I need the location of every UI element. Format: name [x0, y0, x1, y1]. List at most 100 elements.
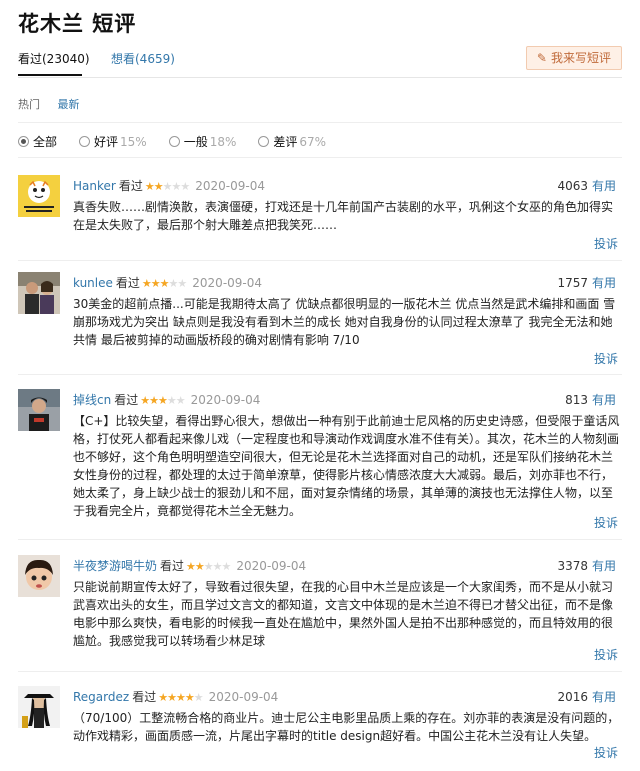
vote-box: 4063 有用: [557, 177, 616, 194]
avatar[interactable]: [18, 272, 60, 314]
star-empty-icon: ★: [175, 394, 186, 407]
filter-normal[interactable]: 一般 18%: [168, 133, 237, 150]
star-filled-icon: ★: [194, 560, 205, 573]
report-link[interactable]: 投诉: [594, 235, 618, 252]
report-link[interactable]: 投诉: [594, 646, 618, 663]
review-status: 看过: [118, 179, 143, 193]
star-empty-icon: ★: [221, 560, 232, 573]
star-filled-icon: ★: [167, 691, 177, 704]
review-text: 30美金的超前点播...可能是我期待太高了 优缺点都很明显的一版花木兰 优点当然…: [73, 297, 616, 347]
tab-watched[interactable]: 看过(23040): [18, 50, 90, 67]
review-date: 2020-09-04: [190, 393, 261, 407]
useful-link[interactable]: 有用: [592, 393, 616, 407]
star-filled-icon: ★: [184, 691, 195, 704]
review-item: 掉线cn 看过 ★★★★★ 2020-09-04 813 有用 【C+】比较失望，看得出…: [18, 389, 622, 549]
filter-bad[interactable]: 差评 67%: [258, 133, 326, 150]
review-header: 掉线cn 看过 ★★★★★ 2020-09-04: [73, 391, 260, 408]
review-header: kunlee 看过 ★★★★★ 2020-09-04: [73, 274, 262, 291]
avatar[interactable]: [18, 686, 60, 728]
radio-icon: [168, 136, 180, 147]
star-filled-icon: ★: [153, 180, 164, 193]
vote-box: 1757 有用: [557, 274, 616, 291]
avatar[interactable]: [18, 389, 60, 431]
page-title: 花木兰 短评: [18, 12, 137, 36]
filter-normal-label: 一般: [183, 135, 208, 149]
active-tab-indicator: [18, 74, 82, 76]
review-date: 2020-09-04: [236, 559, 307, 573]
radio-icon: [258, 136, 270, 147]
vote-count: 813: [565, 393, 588, 407]
useful-link[interactable]: 有用: [592, 179, 616, 193]
review-status: 看过: [115, 276, 140, 290]
report-link[interactable]: 投诉: [594, 744, 618, 761]
filter-all[interactable]: 全部: [18, 133, 57, 150]
comments-page: 花木兰 短评 看过(23040) 想看(4659) ✎ 我来写短评 热门 最新 全…: [0, 0, 640, 771]
star-empty-icon: ★: [203, 560, 214, 573]
review-date: 2020-09-04: [192, 276, 263, 290]
review-username[interactable]: 半夜梦游喝牛奶: [73, 559, 157, 573]
review-username[interactable]: 掉线cn: [73, 393, 111, 407]
review-username[interactable]: Hanker: [73, 179, 116, 193]
star-filled-icon: ★: [157, 394, 168, 407]
filter-bad-pct: 67%: [299, 134, 327, 149]
sort-latest[interactable]: 最新: [58, 98, 80, 111]
review-status: 看过: [132, 690, 157, 704]
star-empty-icon: ★: [180, 180, 190, 193]
star-filled-icon: ★: [141, 277, 152, 290]
rating-stars: ★★★★★: [158, 691, 203, 704]
avatar[interactable]: [18, 555, 60, 597]
filter-good-pct: 15%: [120, 134, 147, 149]
vote-box: 3378 有用: [557, 557, 616, 574]
report-link[interactable]: 投诉: [594, 514, 618, 531]
review-username[interactable]: kunlee: [73, 276, 113, 290]
review-item: 半夜梦游喝牛奶 看过 ★★★★★ 2020-09-04 3378 有用 只能说前期宣传太…: [18, 555, 622, 672]
rating-stars: ★★★★★: [145, 180, 190, 193]
rating-stars: ★★★★★: [140, 394, 186, 407]
filter-bad-label: 差评: [273, 135, 298, 149]
report-link[interactable]: 投诉: [594, 350, 618, 367]
vote-box: 813 有用: [565, 391, 616, 408]
useful-link[interactable]: 有用: [592, 276, 616, 290]
review-item: kunlee 看过 ★★★★★ 2020-09-04 1757 有用 30美金的超前点播…: [18, 272, 622, 382]
filter-good[interactable]: 好评 15%: [79, 133, 147, 150]
filter-all-label: 全部: [33, 135, 58, 149]
divider: [18, 260, 622, 261]
divider: [18, 671, 622, 672]
filter-normal-pct: 18%: [209, 134, 237, 149]
rating-filter: 全部 好评 15% 一般 18% 差评 67%: [18, 133, 348, 150]
radio-icon: [18, 136, 29, 147]
divider: [18, 157, 622, 158]
useful-link[interactable]: 有用: [592, 690, 616, 704]
review-status: 看过: [160, 559, 185, 573]
star-empty-icon: ★: [212, 560, 223, 573]
star-filled-icon: ★: [175, 691, 186, 704]
avatar[interactable]: [18, 175, 60, 217]
star-filled-icon: ★: [159, 277, 170, 290]
review-header: Hanker 看过 ★★★★★ 2020-09-04: [73, 177, 265, 194]
review-text: 只能说前期宣传太好了，导致看过很失望，在我的心目中木兰是应该是一个大家闺秀，而不…: [73, 580, 614, 648]
write-review-label: 我来写短评: [550, 51, 611, 65]
review-item: Hanker 看过 ★★★★★ 2020-09-04 4063 有用 真香失败……剧情涣…: [18, 175, 622, 267]
vote-box: 2016 有用: [557, 688, 616, 705]
rating-stars: ★★★★★: [186, 560, 232, 573]
divider: [18, 374, 622, 375]
filter-good-label: 好评: [94, 135, 119, 149]
write-review-button[interactable]: ✎ 我来写短评: [525, 46, 622, 70]
review-date: 2020-09-04: [195, 179, 265, 193]
radio-icon: [79, 136, 91, 147]
divider: [18, 122, 622, 123]
tab-want[interactable]: 想看(4659): [111, 50, 175, 67]
star-filled-icon: ★: [186, 560, 196, 573]
vote-count: 2016: [557, 690, 588, 704]
review-header: Regardez 看过 ★★★★★ 2020-09-04: [73, 688, 278, 705]
star-filled-icon: ★: [150, 277, 161, 290]
divider: [18, 539, 622, 540]
review-username[interactable]: Regardez: [73, 690, 129, 704]
star-filled-icon: ★: [140, 394, 150, 407]
vote-count: 3378: [557, 559, 588, 573]
useful-link[interactable]: 有用: [592, 559, 616, 573]
star-empty-icon: ★: [166, 394, 177, 407]
review-text: 真香失败……剧情涣散，表演僵硬，打戏还是十几年前国产古装剧的水平，巩俐这个女巫的…: [73, 200, 614, 232]
sort-options: 热门 最新: [18, 96, 94, 112]
sort-hot[interactable]: 热门: [18, 98, 40, 111]
